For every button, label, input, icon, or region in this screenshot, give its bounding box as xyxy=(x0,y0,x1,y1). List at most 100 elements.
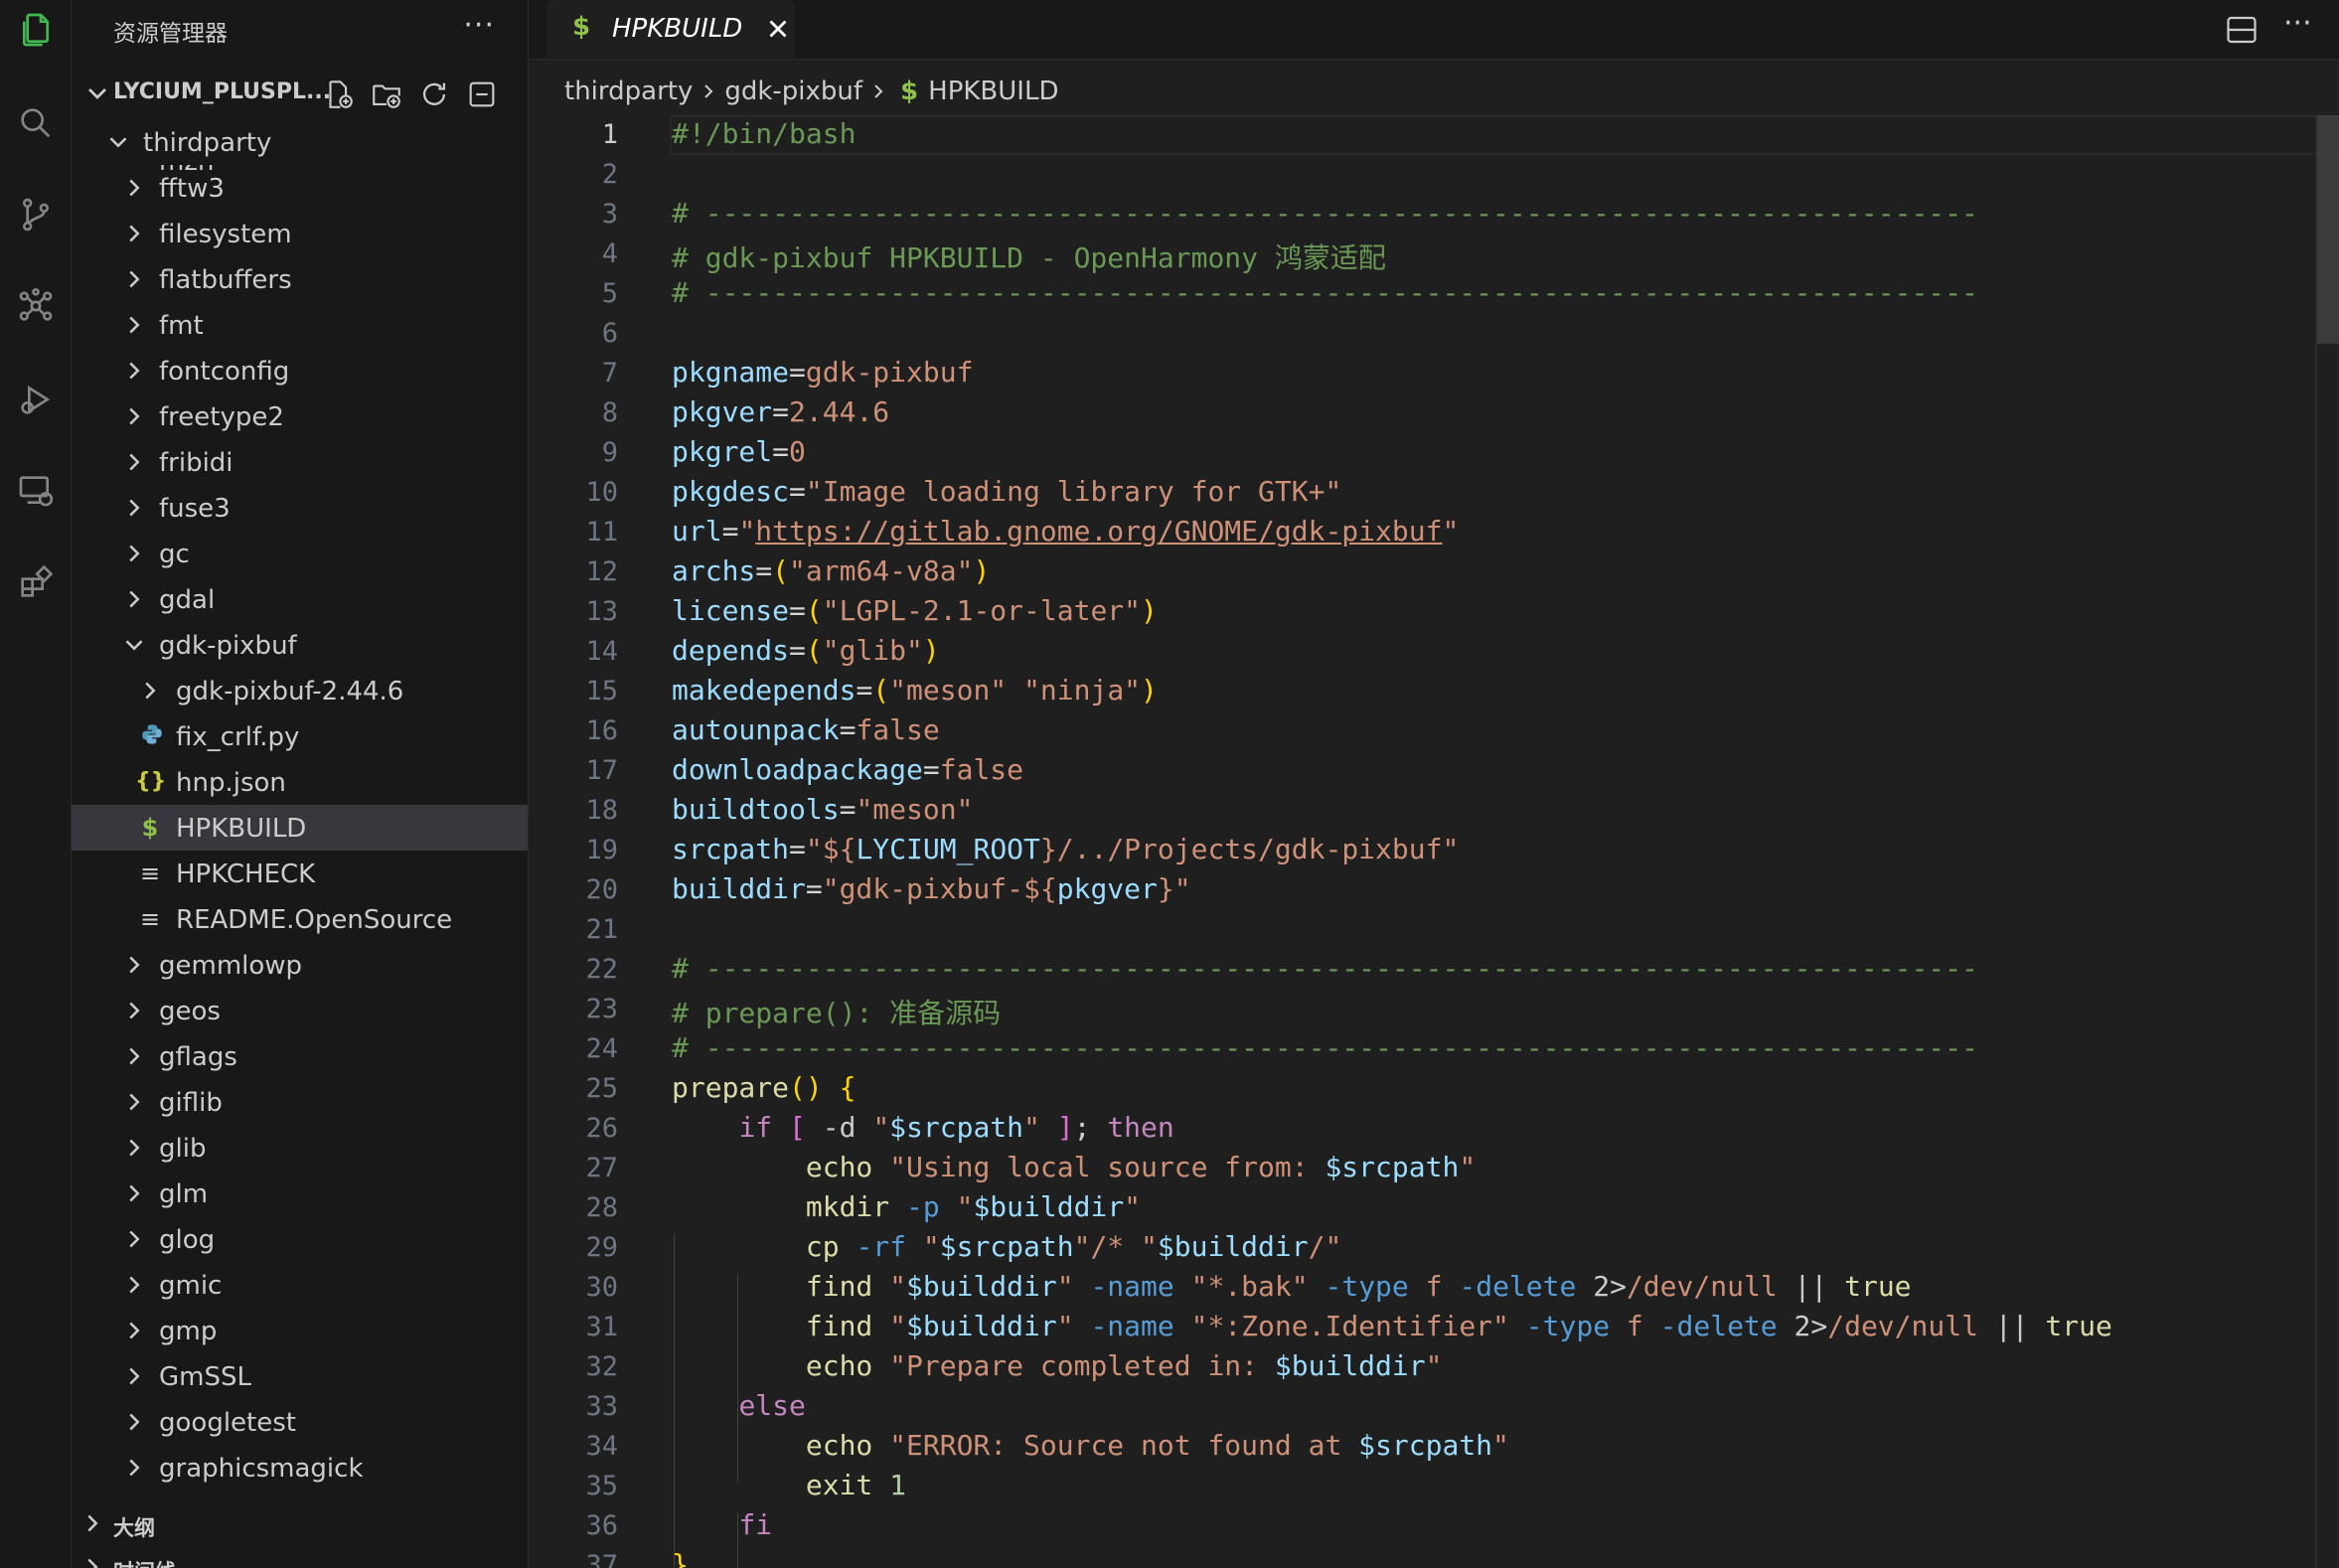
search-icon[interactable] xyxy=(0,93,72,153)
tree-label: googletest xyxy=(159,1408,296,1438)
shell-file-icon: $ xyxy=(572,12,591,42)
tree-item[interactable]: fuse3 xyxy=(72,485,528,531)
tree-item[interactable]: glm xyxy=(72,1171,528,1216)
python-file-icon xyxy=(137,721,167,751)
project-header[interactable]: LYCIUM_PLUSPL... xyxy=(72,72,528,115)
tree-item[interactable]: GmSSL xyxy=(72,1353,528,1399)
code-line: prepare() { xyxy=(672,1071,857,1104)
chevron-right-icon xyxy=(119,401,149,431)
code-line: pkgver=2.44.6 xyxy=(672,395,890,428)
run-debug-icon[interactable] xyxy=(0,370,72,429)
tree-item[interactable]: gdk-pixbuf xyxy=(72,622,528,668)
tree-item[interactable]: fix_crlf.py xyxy=(72,713,528,759)
chevron-right-icon xyxy=(119,356,149,386)
code-line: pkgrel=0 xyxy=(672,435,806,468)
tree-item[interactable]: gmic xyxy=(72,1262,528,1308)
editor-scrollbar[interactable] xyxy=(2317,115,2339,1568)
outline-section[interactable]: 大纲 xyxy=(72,1504,528,1544)
chevron-right-icon xyxy=(119,1041,149,1071)
new-folder-icon[interactable] xyxy=(370,78,403,111)
line-number: 4 xyxy=(601,238,618,269)
tab-hpkbuild[interactable]: $ HPKBUILD xyxy=(546,0,795,58)
chevron-right-icon xyxy=(119,950,149,980)
chevron-down-icon xyxy=(103,127,133,157)
chevron-right-icon xyxy=(119,1361,149,1391)
tree-item[interactable]: gc xyxy=(72,531,528,576)
shell-file-icon: $ xyxy=(141,814,159,842)
code-line: builddir="gdk-pixbuf-${pkgver}" xyxy=(672,872,1191,905)
breadcrumb-item[interactable]: HPKBUILD xyxy=(928,77,1058,106)
tree-root-thirdparty[interactable]: thirdparty xyxy=(72,119,528,165)
tree-item[interactable]: ≡ README.OpenSource xyxy=(72,896,528,942)
breadcrumb: thirdparty gdk-pixbuf $ HPKBUILD xyxy=(564,76,1058,115)
tree-item[interactable]: fftw3 xyxy=(72,165,528,211)
tree-item[interactable]: gflags xyxy=(72,1033,528,1079)
explorer-icon[interactable] xyxy=(0,0,72,60)
tree-item[interactable]: freetype2 xyxy=(72,393,528,439)
outline-label: 大纲 xyxy=(113,1516,155,1540)
sidebar-title: 资源管理器 xyxy=(113,21,228,47)
split-editor-icon[interactable] xyxy=(2224,12,2260,48)
line-number: 25 xyxy=(585,1073,618,1104)
refresh-icon[interactable] xyxy=(417,78,451,111)
line-number: 30 xyxy=(585,1272,618,1303)
line-number: 31 xyxy=(585,1312,618,1342)
code-line: # --------------------------------------… xyxy=(672,952,1978,985)
tree-item[interactable]: fmt xyxy=(72,302,528,348)
tree-item[interactable]: flatbuffers xyxy=(72,256,528,302)
chevron-right-icon xyxy=(866,79,890,103)
breadcrumb-item[interactable]: gdk-pixbuf xyxy=(724,77,862,106)
tree-item[interactable]: googletest xyxy=(72,1399,528,1445)
extensions-icon[interactable] xyxy=(0,552,72,612)
tree-item[interactable]: gdal xyxy=(72,576,528,622)
chevron-right-icon xyxy=(119,1270,149,1300)
tree-item[interactable]: geos xyxy=(72,988,528,1033)
tree-label: fix_crlf.py xyxy=(176,722,300,752)
tree-item[interactable]: filesystem xyxy=(72,211,528,256)
line-number: 11 xyxy=(585,517,618,548)
tree-label: fuse3 xyxy=(159,494,231,524)
breadcrumb-item[interactable]: thirdparty xyxy=(564,77,693,106)
indent-guide xyxy=(737,1274,738,1483)
tree-label: fftw3 xyxy=(159,174,225,204)
extensions-graph-icon[interactable] xyxy=(0,276,72,336)
tree-label: fontconfig xyxy=(159,357,290,387)
tree-label: gmic xyxy=(159,1271,223,1301)
timeline-section[interactable]: 时间线 xyxy=(72,1550,528,1568)
line-number: 12 xyxy=(585,556,618,587)
code-line: echo "ERROR: Source not found at $srcpat… xyxy=(805,1429,1509,1462)
tree-item[interactable]: fontconfig xyxy=(72,348,528,393)
code-line: buildtools="meson" xyxy=(672,793,974,826)
url-link[interactable]: https://gitlab.gnome.org/GNOME/gdk-pixbu… xyxy=(755,515,1442,548)
code-line: autounpack=false xyxy=(672,713,940,746)
tree-item[interactable]: gemmlowp xyxy=(72,942,528,988)
tree-label: filesystem xyxy=(159,220,292,249)
tree-item[interactable]: {} hnp.json xyxy=(72,759,528,805)
tree-item[interactable]: graphicsmagick xyxy=(72,1445,528,1490)
tree-item[interactable]: glog xyxy=(72,1216,528,1262)
chevron-right-icon xyxy=(119,1316,149,1345)
timeline-label: 时间线 xyxy=(113,1556,176,1568)
tree-item[interactable]: giflib xyxy=(72,1079,528,1125)
tree-label: fribidi xyxy=(159,448,234,478)
new-file-icon[interactable] xyxy=(322,78,356,111)
code-line: if [ -d "$srcpath" ]; then xyxy=(738,1111,1174,1144)
text-file-icon: ≡ xyxy=(139,860,161,887)
remote-explorer-icon[interactable] xyxy=(0,461,72,521)
sidebar-more-button[interactable]: ··· xyxy=(463,8,495,43)
tree-item[interactable]: gdk-pixbuf-2.44.6 xyxy=(72,668,528,713)
code-editor[interactable]: 1 2 3 4 5 6 7 8 9 10 11 12 13 14 15 16 17 18 19 20 21 22 23 24 2… xyxy=(529,115,2339,1568)
source-control-icon[interactable] xyxy=(0,185,72,244)
line-number: 3 xyxy=(601,199,618,230)
tree-item[interactable]: ≡ HPKCHECK xyxy=(72,851,528,896)
close-icon[interactable] xyxy=(763,14,793,44)
tree-item[interactable]: glib xyxy=(72,1125,528,1171)
chevron-right-icon xyxy=(119,584,149,614)
editor-more-button[interactable]: ··· xyxy=(2283,6,2312,41)
tree-item[interactable]: fribidi xyxy=(72,439,528,485)
tree-item[interactable]: $ HPKBUILD xyxy=(72,805,528,851)
line-number: 16 xyxy=(585,715,618,746)
collapse-all-icon[interactable] xyxy=(465,78,499,111)
scrollbar-thumb[interactable] xyxy=(2317,115,2339,344)
tree-item[interactable]: gmp xyxy=(72,1308,528,1353)
